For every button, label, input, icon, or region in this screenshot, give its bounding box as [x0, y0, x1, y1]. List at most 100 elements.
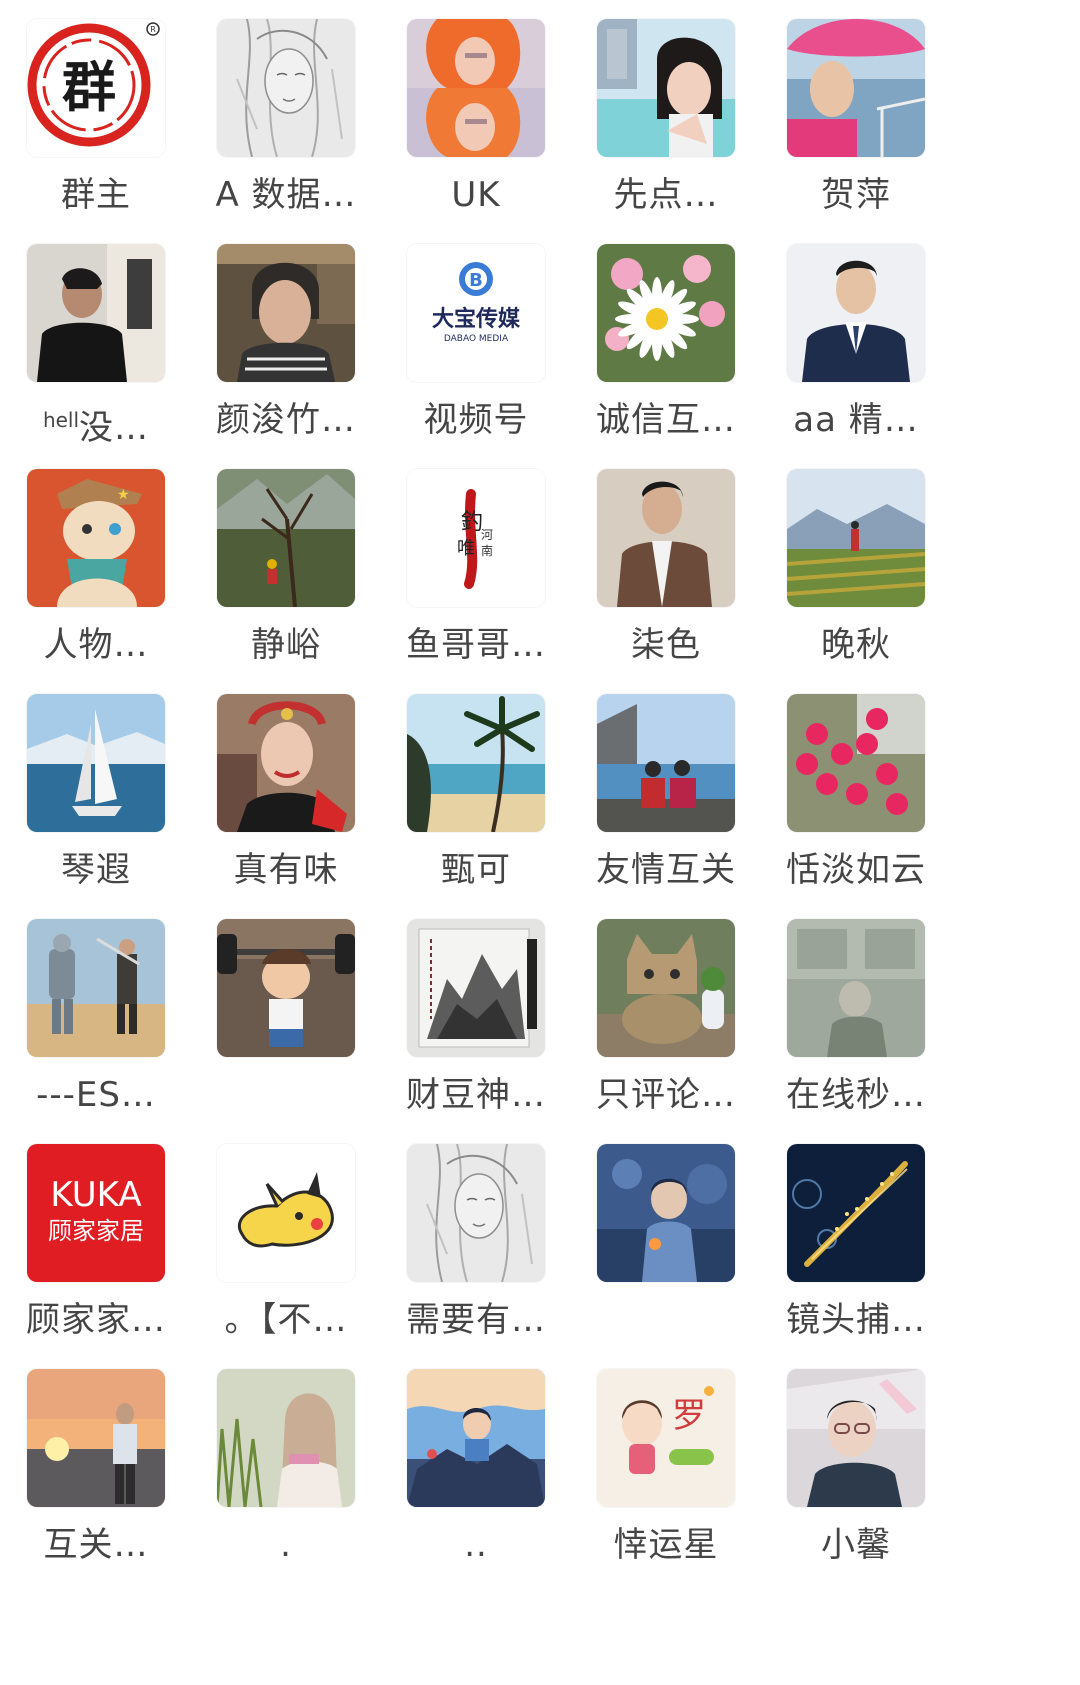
member-item[interactable]: 诚信互… [563, 225, 769, 465]
member-avatar[interactable] [217, 19, 355, 157]
member-avatar[interactable] [597, 1144, 735, 1282]
member-name: 视频号 [423, 400, 529, 440]
member-avatar[interactable] [407, 1369, 545, 1507]
cartoon-weightlifter-image [217, 919, 355, 1057]
member-item[interactable]: 在线秒… [753, 900, 959, 1140]
member-item[interactable]: aa 精… [753, 225, 959, 465]
member-avatar[interactable]: ★ [27, 469, 165, 607]
member-item[interactable]: .. [373, 1350, 579, 1590]
member-avatar[interactable] [407, 919, 545, 1057]
member-avatar[interactable] [217, 469, 355, 607]
member-item[interactable]: 晚秋 [753, 450, 959, 690]
member-grid: 群 R 群主 A 数据… UK 先点… 贺萍 hell没… 颜浚竹… B 大宝传… [0, 0, 1080, 1685]
member-avatar[interactable]: 群 R [27, 19, 165, 157]
member-item[interactable]: 颜浚竹… [183, 225, 389, 465]
daisy-flowers-image [597, 244, 735, 382]
man-window-portrait-image [27, 244, 165, 382]
svg-text:DABAO MEDIA: DABAO MEDIA [444, 334, 509, 344]
member-item[interactable]: 只评论… [563, 900, 769, 1140]
member-item[interactable] [563, 1125, 769, 1365]
member-avatar[interactable] [787, 469, 925, 607]
member-item[interactable]: 先点… [563, 0, 769, 240]
member-avatar[interactable] [787, 694, 925, 832]
member-item[interactable]: B 大宝传媒 DABAO MEDIA 视频号 [373, 225, 579, 465]
man-blazer-portrait-image [597, 469, 735, 607]
member-avatar[interactable] [787, 1144, 925, 1282]
member-avatar[interactable] [217, 244, 355, 382]
member-avatar[interactable]: 罗 [597, 1369, 735, 1507]
hiker-landscape-image [217, 469, 355, 607]
member-name: 颜浚竹… [216, 400, 356, 440]
member-item[interactable]: ---ES… [0, 900, 199, 1140]
member-avatar[interactable] [407, 19, 545, 157]
member-avatar[interactable] [597, 694, 735, 832]
member-item[interactable]: 罗 悻运星 [563, 1350, 769, 1590]
member-item[interactable]: 。【不… [183, 1125, 389, 1365]
member-avatar[interactable] [597, 919, 735, 1057]
member-item[interactable]: 友情互关 [563, 675, 769, 915]
member-item[interactable]: UK [373, 0, 579, 240]
group-owner-seal-logo-image: 群 R [27, 19, 165, 157]
member-item[interactable]: 甄可 [373, 675, 579, 915]
member-avatar[interactable] [597, 19, 735, 157]
member-avatar[interactable] [597, 469, 735, 607]
member-avatar[interactable] [217, 1144, 355, 1282]
member-name: 镜头捕… [786, 1300, 926, 1340]
ink-painting-image [407, 919, 545, 1057]
palm-beach-image [407, 694, 545, 832]
member-avatar[interactable] [787, 1369, 925, 1507]
member-name: 只评论… [596, 1075, 736, 1115]
svg-text:群: 群 [62, 56, 116, 119]
member-name: 鱼哥哥… [406, 625, 546, 665]
member-name: . [280, 1525, 292, 1565]
member-item[interactable]: 群 R 群主 [0, 0, 199, 240]
member-item[interactable]: ★ 人物… [0, 450, 199, 690]
member-avatar[interactable] [787, 919, 925, 1057]
member-item[interactable]: 恬淡如云 [753, 675, 959, 915]
member-avatar[interactable] [597, 244, 735, 382]
member-item[interactable]: 琴遐 [0, 675, 199, 915]
member-item[interactable]: A 数据… [183, 0, 389, 240]
member-item[interactable]: 真有味 [183, 675, 389, 915]
member-avatar[interactable] [27, 1369, 165, 1507]
member-item[interactable]: 柒色 [563, 450, 769, 690]
member-avatar[interactable]: 釣 唯 河 南 [407, 469, 545, 607]
member-item[interactable]: KUKA 顾家家居 顾家家… [0, 1125, 199, 1365]
member-avatar[interactable] [787, 19, 925, 157]
member-avatar[interactable] [27, 919, 165, 1057]
orange-hair-portrait-image [407, 19, 545, 157]
member-item[interactable]: 釣 唯 河 南 鱼哥哥… [373, 450, 579, 690]
member-item[interactable]: 财豆神… [373, 900, 579, 1140]
member-avatar[interactable]: B 大宝传媒 DABAO MEDIA [407, 244, 545, 382]
member-item[interactable]: 小馨 [753, 1350, 959, 1590]
member-item[interactable]: 贺萍 [753, 0, 959, 240]
member-name: hell没… [43, 398, 149, 448]
member-avatar[interactable] [217, 1369, 355, 1507]
sailboat-image [27, 694, 165, 832]
member-item[interactable]: . [183, 1350, 389, 1590]
member-item[interactable]: 互关… [0, 1350, 199, 1590]
member-name: 友情互关 [596, 850, 736, 890]
member-name: .. [464, 1525, 488, 1565]
member-item[interactable]: hell没… [0, 225, 199, 465]
member-item[interactable] [183, 900, 389, 1140]
member-item[interactable]: 需要有… [373, 1125, 579, 1365]
member-item[interactable]: 静峪 [183, 450, 389, 690]
member-avatar[interactable]: KUKA 顾家家居 [27, 1144, 165, 1282]
member-avatar[interactable] [407, 1144, 545, 1282]
member-item[interactable]: 镜头捕… [753, 1125, 959, 1365]
member-name: 柒色 [631, 625, 701, 665]
couple-seaside-image [597, 694, 735, 832]
tabby-cat-image [597, 919, 735, 1057]
member-avatar[interactable] [787, 244, 925, 382]
member-avatar[interactable] [217, 694, 355, 832]
member-name: 顾家家… [26, 1300, 166, 1340]
member-avatar[interactable] [27, 694, 165, 832]
svg-text:罗: 罗 [672, 1396, 706, 1436]
svg-text:河: 河 [481, 528, 493, 542]
member-name: 在线秒… [786, 1075, 926, 1115]
member-avatar[interactable] [407, 694, 545, 832]
member-avatar[interactable] [27, 244, 165, 382]
member-name: UK [451, 175, 501, 215]
member-avatar[interactable] [217, 919, 355, 1057]
